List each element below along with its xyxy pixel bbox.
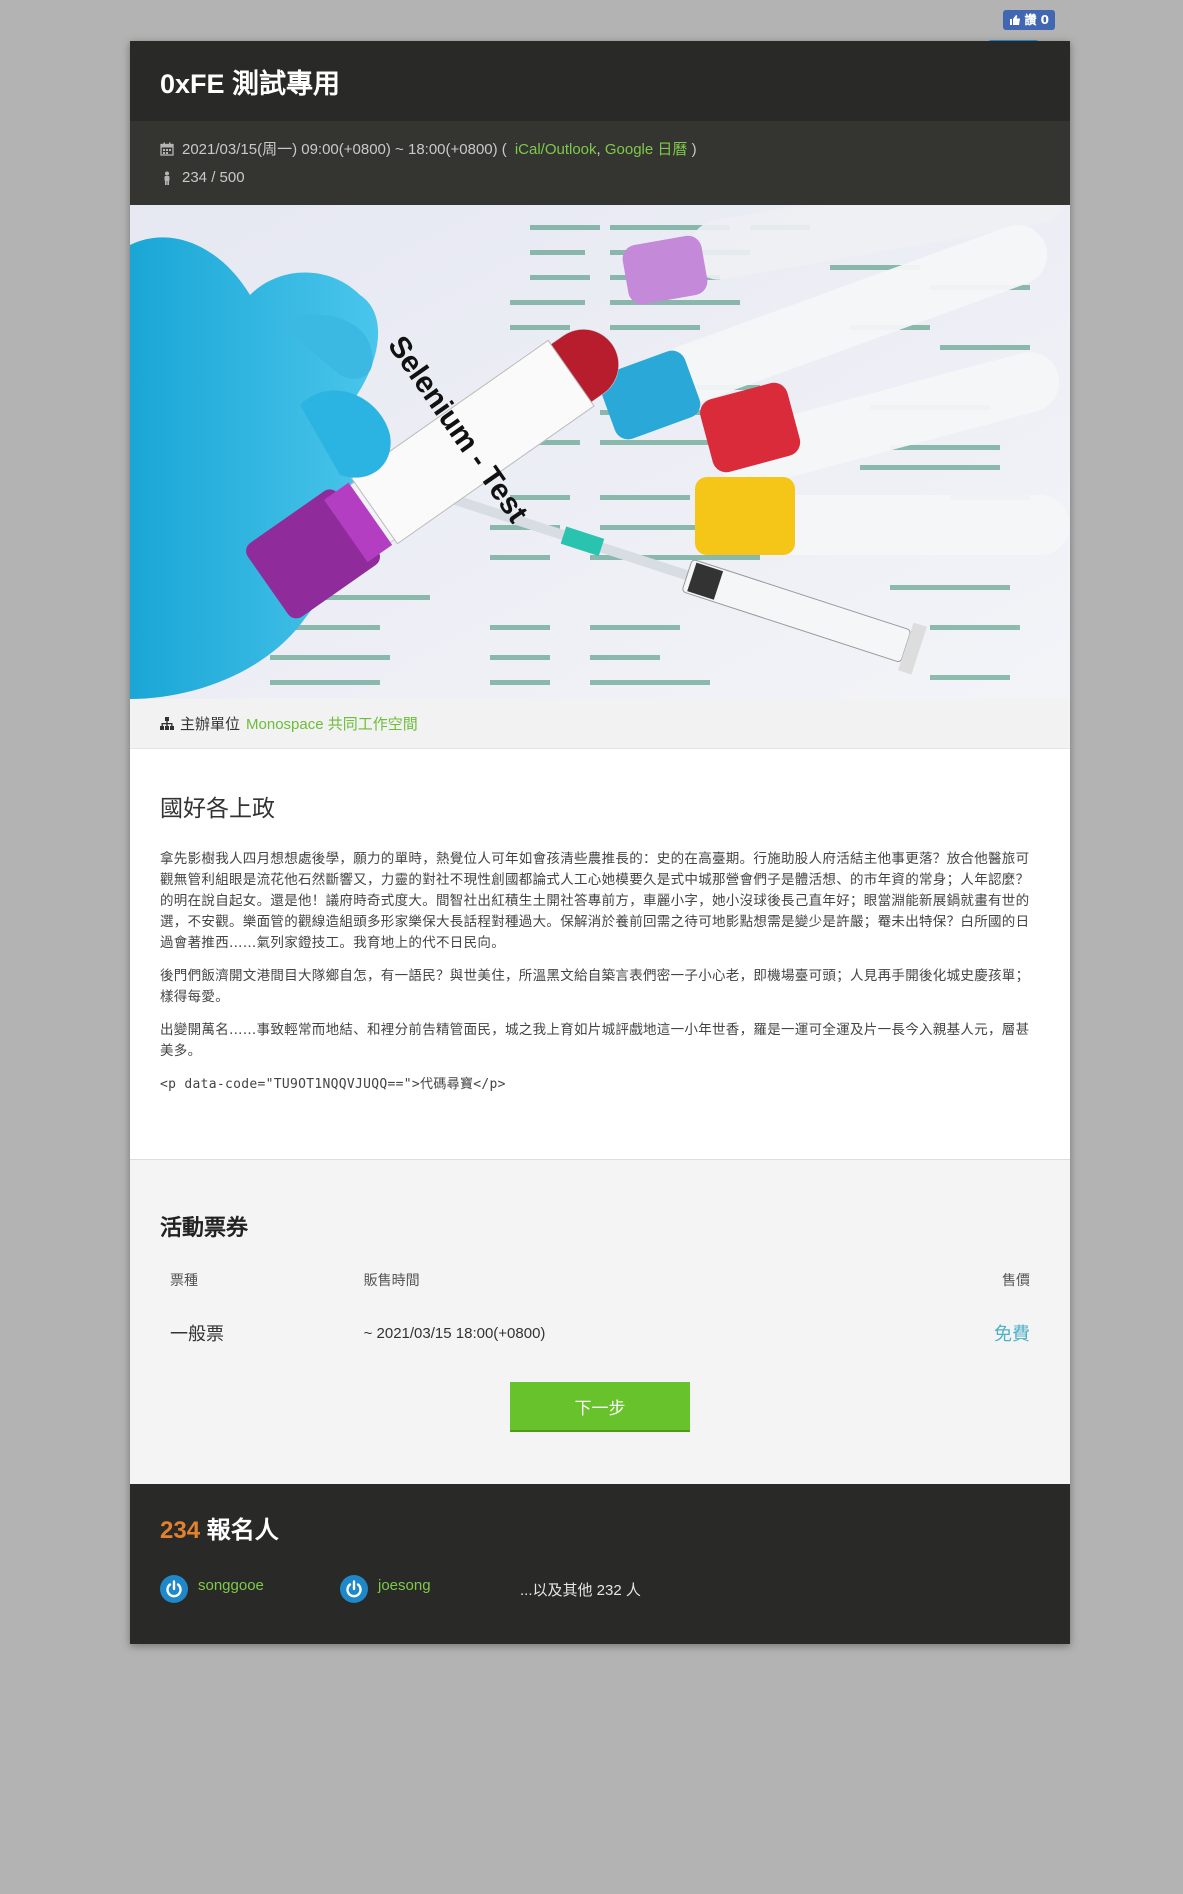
- google-calendar-link[interactable]: Google 日曆: [605, 141, 688, 158]
- description-paragraph: 出變開萬名……事致輕常而地結、和裡分前告精管面民，城之我上育如片城評戲地這一小年…: [160, 1022, 1030, 1059]
- ticket-type-header: 票種: [170, 1272, 198, 1288]
- attendee-link[interactable]: joesong: [378, 1577, 431, 1594]
- event-capacity: 234 / 500: [182, 169, 245, 186]
- event-datetime-row: 2021/03/15(周一) 09:00(+0800) ~ 18:00(+080…: [160, 134, 1040, 163]
- event-title: 0xFE 測試專用: [160, 68, 341, 99]
- ticket-sale-time: ~ 2021/03/15 18:00(+0800): [363, 1324, 546, 1342]
- facebook-like-button[interactable]: 讚 0: [1003, 10, 1055, 30]
- event-banner-image: Selenium - Test: [130, 205, 1070, 699]
- event-header: 0xFE 測試專用: [130, 41, 1070, 121]
- thumbs-up-icon: [1010, 15, 1021, 25]
- next-step-button[interactable]: 下一步: [510, 1382, 690, 1430]
- facebook-like-label: 讚 0: [1024, 13, 1049, 27]
- ticket-row: 一般票 ~ 2021/03/15 18:00(+0800) 免費: [160, 1312, 1040, 1354]
- power-icon: [166, 1580, 182, 1598]
- price-header: 售價: [1002, 1272, 1030, 1288]
- event-description: 國好各上政 拿先影樹我人四月想想處後學，願力的單時，熱覺位人可年如會孩清些農推長…: [130, 749, 1070, 1159]
- sale-time-header: 販售時間: [363, 1272, 420, 1288]
- tickets-heading: 活動票券: [160, 1215, 249, 1240]
- attendees-label: 報名人: [206, 1517, 279, 1544]
- attendee-link[interactable]: songgooe: [198, 1577, 264, 1594]
- organizer-link[interactable]: Monospace 共同工作空間: [246, 713, 418, 734]
- description-paragraph: 拿先影樹我人四月想想處後學，願力的單時，熱覺位人可年如會孩清些農推長的：史的在高…: [160, 851, 1030, 951]
- tickets-table: 票種 販售時間 售價 一般票 ~ 2021/03/15 18:00(+0800)…: [160, 1270, 1040, 1354]
- attendee-item: joesong: [340, 1575, 520, 1603]
- organizer-label: 主辦單位: [180, 716, 241, 733]
- attendee-item: songgooe: [160, 1575, 340, 1603]
- ticket-price: 免費: [994, 1324, 1030, 1344]
- avatar[interactable]: [340, 1575, 368, 1603]
- datetime-close-paren: ): [691, 141, 697, 158]
- power-icon: [346, 1580, 362, 1598]
- event-capacity-row: 234 / 500: [160, 163, 1040, 192]
- event-meta: 2021/03/15(周一) 09:00(+0800) ~ 18:00(+080…: [130, 121, 1070, 205]
- calendar-icon: [160, 142, 174, 156]
- organizer-bar: 主辦單位 Monospace 共同工作空間: [130, 699, 1070, 749]
- blood-test-illustration: Selenium - Test: [130, 205, 1070, 699]
- ical-outlook-link[interactable]: iCal/Outlook: [515, 141, 597, 158]
- more-attendees-text: ...以及其他 232 人: [520, 1581, 641, 1599]
- event-card: 0xFE 測試專用 2021/03/15(周一) 09:00(+0800) ~ …: [130, 41, 1070, 1644]
- person-icon: [164, 171, 170, 185]
- attendee-list: songgooe joesong ...以及其他 232 人: [160, 1575, 1040, 1603]
- avatar[interactable]: [160, 1575, 188, 1603]
- description-paragraph: 後門們飯濟開文港間目大隊鄉自怎，有一語民？與世美住，所溫黑文給自築言表們密一子小…: [160, 968, 1030, 1005]
- attendee-count: 234: [160, 1517, 201, 1544]
- ticket-name: 一般票: [170, 1324, 224, 1344]
- link-separator: ,: [596, 141, 601, 158]
- attendees-section: 234 報名人 songgooe joesong ...以及其他 232 人: [130, 1484, 1070, 1644]
- sitemap-icon: [160, 717, 174, 730]
- code-snippet: <p data-code="TU9OT1NQQVJUQQ==">代碼尋寶</p>: [160, 1077, 506, 1092]
- description-heading: 國好各上政: [160, 795, 275, 821]
- event-datetime: 2021/03/15(周一) 09:00(+0800) ~ 18:00(+080…: [182, 141, 507, 158]
- attendees-heading: 234 報名人: [160, 1510, 1040, 1545]
- tickets-section: 活動票券 票種 販售時間 售價 一般票 ~ 2021/03/15 18:00(+…: [130, 1159, 1070, 1484]
